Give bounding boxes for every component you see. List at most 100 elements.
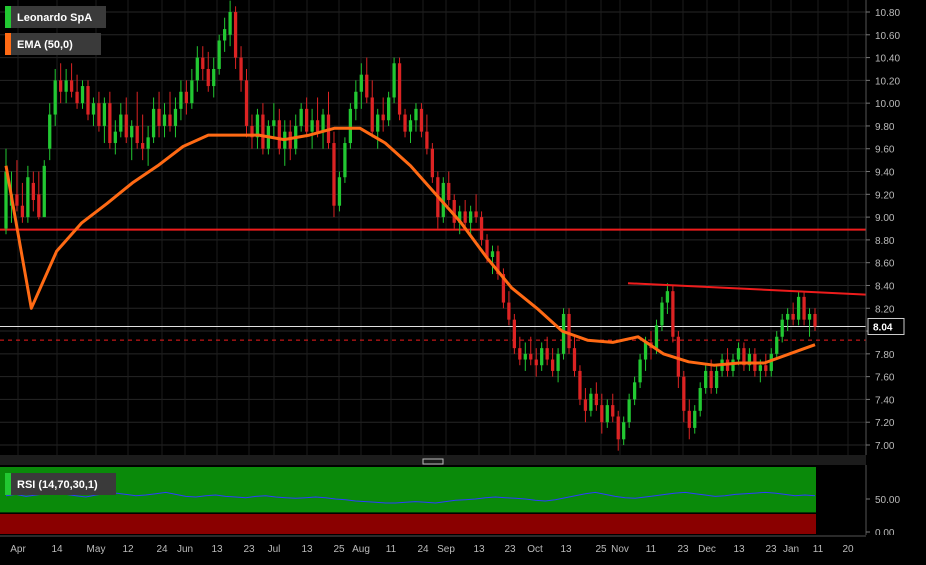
candle-body <box>201 57 205 69</box>
candle-body <box>764 365 768 371</box>
candle-body <box>447 182 451 201</box>
price-tick-label: 8.80 <box>875 236 895 247</box>
candle-body <box>403 114 407 132</box>
time-tick-label: 23 <box>677 544 689 555</box>
candle-body <box>244 80 249 126</box>
candle-body <box>386 97 391 121</box>
candle-body <box>321 114 325 132</box>
candle <box>397 57 402 121</box>
time-tick-label: 25 <box>595 544 607 555</box>
legend-rsi-label: RSI (14,70,30,1) <box>17 479 98 491</box>
candle-body <box>452 200 456 223</box>
candle-body <box>414 108 418 121</box>
time-tick-label: 20 <box>842 544 854 555</box>
time-tick-label: 11 <box>386 544 397 555</box>
time-tick-label: Aug <box>352 544 370 555</box>
time-tick-label: Jul <box>268 544 281 555</box>
candle-body <box>567 313 571 349</box>
candle-body <box>228 12 232 35</box>
candle-body <box>59 80 63 92</box>
candle-body <box>195 57 199 81</box>
candle-body <box>135 125 139 144</box>
price-tick-label: 9.00 <box>875 213 895 224</box>
price-tick-label: 10.60 <box>875 31 900 42</box>
candle-body <box>468 211 473 223</box>
time-tick-label: May <box>87 544 106 555</box>
candle-body <box>37 194 41 218</box>
rsi-oversold-zone <box>0 514 816 534</box>
candle-body <box>479 217 484 240</box>
candle-body <box>15 194 19 206</box>
time-tick-label: Jun <box>177 544 193 555</box>
candle-body <box>550 359 555 371</box>
time-tick-label: 12 <box>122 544 134 555</box>
legend-ema-swatch <box>5 33 11 55</box>
price-tick-label: 7.20 <box>875 418 895 429</box>
candle-body <box>91 103 96 115</box>
candle-body <box>190 80 194 104</box>
time-tick-label: 23 <box>243 544 255 555</box>
candle <box>671 285 675 343</box>
candle-body <box>758 365 762 371</box>
candle-body <box>272 120 276 126</box>
candle-body <box>305 108 309 132</box>
candle <box>343 137 347 183</box>
candle-body <box>173 108 178 126</box>
candle-body <box>310 120 314 132</box>
candle-body <box>130 125 134 138</box>
candle-body <box>370 97 374 132</box>
candle-body <box>529 353 533 360</box>
candle-body <box>616 416 620 440</box>
candle-body <box>807 313 812 320</box>
candle-body <box>184 91 189 104</box>
candle-body <box>671 291 675 337</box>
candle-body <box>561 313 566 354</box>
candle-body <box>392 63 396 98</box>
candle-body <box>381 114 385 121</box>
candle-body <box>736 348 741 360</box>
candle-body <box>556 353 560 371</box>
candle-body <box>709 370 713 389</box>
rsi-tick-label: 50.00 <box>875 495 900 506</box>
legend-ema-label: EMA (50,0) <box>17 39 73 51</box>
candle-body <box>796 296 801 320</box>
candle-body <box>463 211 467 223</box>
time-tick-label: Sep <box>437 544 455 555</box>
candle-body <box>354 91 358 109</box>
candle-body <box>791 313 795 320</box>
candle-body <box>682 376 686 411</box>
candle-body <box>704 370 708 389</box>
candle-body <box>108 103 112 144</box>
time-tick-label: 13 <box>733 544 745 555</box>
candle-body <box>731 359 735 371</box>
candle-body <box>53 80 57 115</box>
candle-body <box>376 114 380 132</box>
candle-body <box>540 348 544 366</box>
candle-body <box>48 114 52 149</box>
chart: 10.80 10.60 10.40 10.20 10.00 9.80 9.60 9.40 9.2… <box>0 0 926 560</box>
candle-body <box>419 108 424 132</box>
candle-body <box>146 137 150 149</box>
price-tick-label: 8.40 <box>875 281 895 292</box>
time-tick-label: 13 <box>560 544 572 555</box>
candle <box>578 365 582 406</box>
candle-body <box>518 348 522 360</box>
candle-body <box>698 388 702 411</box>
pane-splitter[interactable] <box>0 455 866 465</box>
candle <box>567 308 571 354</box>
price-tick-label: 10.80 <box>875 8 900 19</box>
candle-body <box>638 359 642 383</box>
candle <box>430 143 435 183</box>
candle-body <box>545 348 549 360</box>
time-tick-label: Jan <box>783 544 799 555</box>
candle-body <box>26 177 30 218</box>
candle-body <box>239 57 243 81</box>
candle-body <box>687 410 691 428</box>
candle-body <box>572 348 577 371</box>
candle-body <box>397 63 402 115</box>
chart-svg: 10.80 10.60 10.40 10.20 10.00 9.80 9.60 9.40 9.2… <box>0 0 926 560</box>
candle-body <box>348 108 353 144</box>
candle-body <box>365 74 369 98</box>
time-tick-label: 25 <box>333 544 345 555</box>
candle-body <box>206 68 210 87</box>
